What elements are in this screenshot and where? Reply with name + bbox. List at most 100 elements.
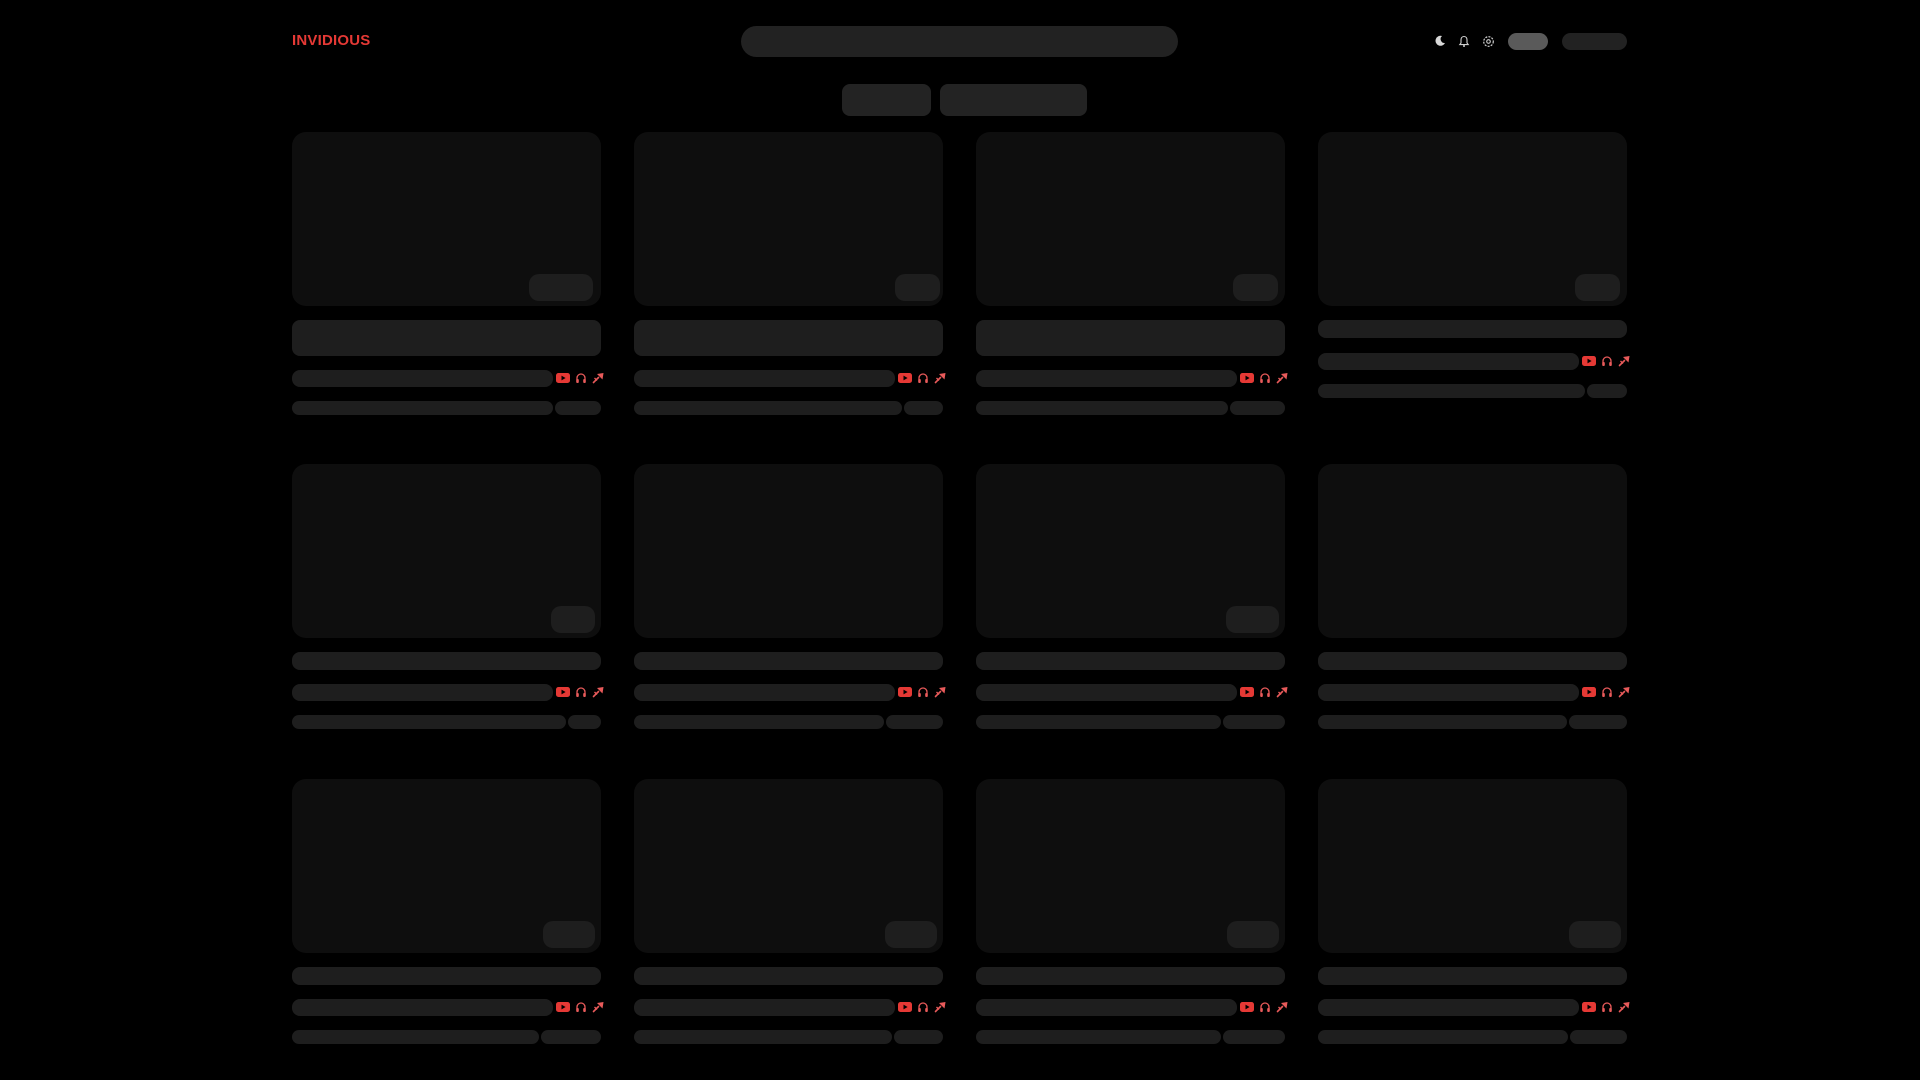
headphones-icon[interactable] bbox=[1599, 686, 1614, 698]
channel-name[interactable] bbox=[1318, 353, 1579, 370]
video-title[interactable] bbox=[292, 320, 601, 356]
card-action-icons bbox=[1239, 1001, 1290, 1013]
channel-name[interactable] bbox=[976, 370, 1237, 387]
bell-icon[interactable] bbox=[1455, 31, 1473, 51]
tab-secondary[interactable] bbox=[940, 84, 1087, 116]
channel-name[interactable] bbox=[634, 684, 895, 701]
channel-name[interactable] bbox=[634, 999, 895, 1016]
video-title[interactable] bbox=[292, 967, 601, 985]
youtube-icon[interactable] bbox=[897, 372, 912, 384]
moon-icon[interactable] bbox=[1431, 31, 1449, 51]
card-action-icons bbox=[1239, 686, 1290, 698]
duration-badge bbox=[895, 274, 940, 301]
channel-name[interactable] bbox=[292, 684, 553, 701]
video-card[interactable] bbox=[292, 132, 604, 432]
video-card[interactable] bbox=[1318, 464, 1630, 764]
redirect-icon[interactable] bbox=[933, 372, 948, 384]
redirect-icon[interactable] bbox=[1617, 1001, 1632, 1013]
redirect-icon[interactable] bbox=[1617, 355, 1632, 367]
video-title[interactable] bbox=[292, 652, 601, 670]
user-menu-button[interactable] bbox=[1562, 33, 1627, 50]
video-card[interactable] bbox=[1318, 779, 1630, 1079]
redirect-icon[interactable] bbox=[1617, 686, 1632, 698]
channel-name[interactable] bbox=[292, 999, 553, 1016]
video-title[interactable] bbox=[634, 320, 943, 356]
channel-name[interactable] bbox=[634, 370, 895, 387]
video-card[interactable] bbox=[1318, 132, 1630, 432]
youtube-icon[interactable] bbox=[897, 686, 912, 698]
channel-name[interactable] bbox=[976, 999, 1237, 1016]
youtube-icon[interactable] bbox=[1239, 686, 1254, 698]
video-thumbnail[interactable] bbox=[634, 464, 943, 638]
video-title[interactable] bbox=[976, 320, 1285, 356]
view-count bbox=[634, 715, 884, 729]
video-card[interactable] bbox=[976, 779, 1288, 1079]
headphones-icon[interactable] bbox=[915, 372, 930, 384]
redirect-icon[interactable] bbox=[1275, 686, 1290, 698]
youtube-icon[interactable] bbox=[1581, 1001, 1596, 1013]
video-thumbnail[interactable] bbox=[1318, 464, 1627, 638]
duration-badge bbox=[885, 921, 937, 948]
search-input[interactable] bbox=[741, 26, 1178, 57]
youtube-icon[interactable] bbox=[897, 1001, 912, 1013]
duration-badge bbox=[1233, 274, 1278, 301]
redirect-icon[interactable] bbox=[933, 686, 948, 698]
redirect-icon[interactable] bbox=[591, 372, 606, 384]
card-action-icons bbox=[1581, 686, 1632, 698]
channel-name[interactable] bbox=[976, 684, 1237, 701]
video-card[interactable] bbox=[634, 464, 946, 764]
youtube-icon[interactable] bbox=[1581, 355, 1596, 367]
video-card[interactable] bbox=[634, 132, 946, 432]
headphones-icon[interactable] bbox=[573, 1001, 588, 1013]
redirect-icon[interactable] bbox=[1275, 372, 1290, 384]
redirect-icon[interactable] bbox=[933, 1001, 948, 1013]
video-card[interactable] bbox=[292, 779, 604, 1079]
youtube-icon[interactable] bbox=[1581, 686, 1596, 698]
headphones-icon[interactable] bbox=[573, 372, 588, 384]
top-bar: INVIDIOUS bbox=[0, 0, 1920, 84]
duration-badge bbox=[1569, 921, 1621, 948]
card-action-icons bbox=[555, 1001, 606, 1013]
tab-primary[interactable] bbox=[842, 84, 931, 116]
account-pill-button[interactable] bbox=[1508, 33, 1548, 50]
youtube-icon[interactable] bbox=[555, 1001, 570, 1013]
youtube-icon[interactable] bbox=[555, 686, 570, 698]
redirect-icon[interactable] bbox=[591, 686, 606, 698]
video-title[interactable] bbox=[976, 652, 1285, 670]
headphones-icon[interactable] bbox=[915, 1001, 930, 1013]
video-grid bbox=[292, 132, 1630, 1052]
video-title[interactable] bbox=[1318, 967, 1627, 985]
headphones-icon[interactable] bbox=[1599, 1001, 1614, 1013]
view-count bbox=[634, 401, 902, 415]
youtube-icon[interactable] bbox=[555, 372, 570, 384]
gear-icon[interactable] bbox=[1479, 31, 1497, 51]
youtube-icon[interactable] bbox=[1239, 1001, 1254, 1013]
video-title[interactable] bbox=[976, 967, 1285, 985]
video-title[interactable] bbox=[634, 967, 943, 985]
published-date bbox=[1569, 715, 1627, 729]
redirect-icon[interactable] bbox=[1275, 1001, 1290, 1013]
youtube-icon[interactable] bbox=[1239, 372, 1254, 384]
channel-name[interactable] bbox=[1318, 684, 1579, 701]
headphones-icon[interactable] bbox=[915, 686, 930, 698]
card-action-icons bbox=[1581, 355, 1632, 367]
headphones-icon[interactable] bbox=[1599, 355, 1614, 367]
video-card[interactable] bbox=[976, 132, 1288, 432]
duration-badge bbox=[1575, 274, 1620, 301]
published-date bbox=[568, 715, 601, 729]
headphones-icon[interactable] bbox=[1257, 372, 1272, 384]
video-title[interactable] bbox=[634, 652, 943, 670]
video-card[interactable] bbox=[292, 464, 604, 764]
video-title[interactable] bbox=[1318, 652, 1627, 670]
video-card[interactable] bbox=[976, 464, 1288, 764]
channel-name[interactable] bbox=[292, 370, 553, 387]
redirect-icon[interactable] bbox=[591, 1001, 606, 1013]
headphones-icon[interactable] bbox=[1257, 1001, 1272, 1013]
view-count bbox=[1318, 715, 1567, 729]
headphones-icon[interactable] bbox=[573, 686, 588, 698]
channel-name[interactable] bbox=[1318, 999, 1579, 1016]
video-card[interactable] bbox=[634, 779, 946, 1079]
video-title[interactable] bbox=[1318, 320, 1627, 338]
logo[interactable]: INVIDIOUS bbox=[292, 32, 370, 49]
headphones-icon[interactable] bbox=[1257, 686, 1272, 698]
